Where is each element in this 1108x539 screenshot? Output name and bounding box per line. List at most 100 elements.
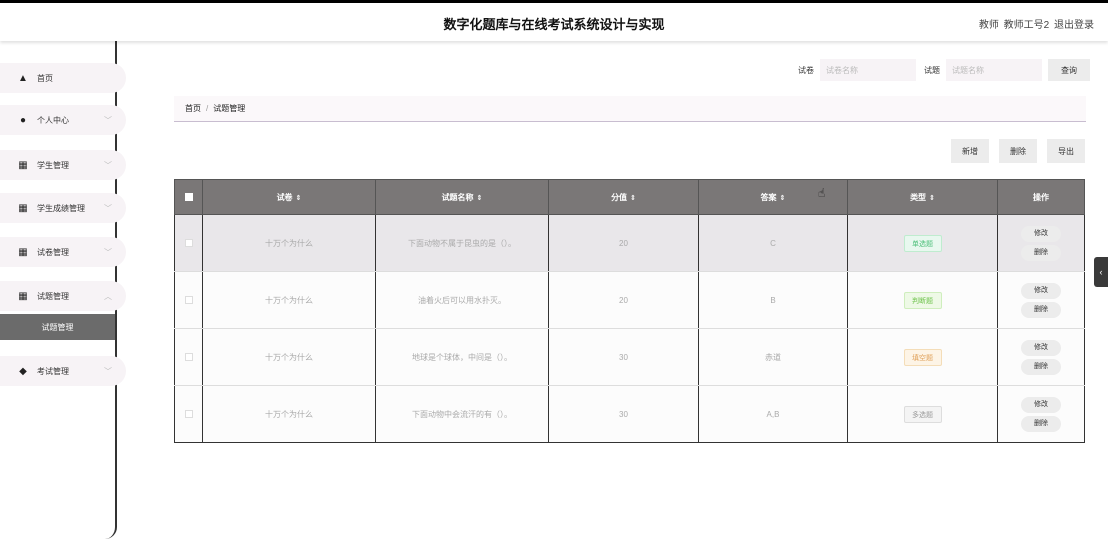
header-operations: 操作 <box>997 179 1085 215</box>
edit-button[interactable]: 修改 <box>1021 339 1061 356</box>
header-label: 类型 <box>910 192 927 202</box>
row-select-cell <box>174 271 203 329</box>
chevron-down-icon: ﹀ <box>104 247 112 257</box>
row-checkbox[interactable] <box>184 410 193 419</box>
row-delete-button[interactable]: 删除 <box>1021 358 1061 375</box>
type-badge: 单选题 <box>903 234 942 252</box>
grid-icon: ▦ <box>18 246 28 258</box>
user-icon: ● <box>19 114 27 126</box>
cell-question: 下面动物不属于昆虫的是（）。 <box>375 214 549 272</box>
cell-question: 油着火后可以用水扑灭。 <box>375 271 549 329</box>
collapse-tab[interactable]: ‹ <box>1094 257 1108 287</box>
breadcrumb-separator: / <box>206 104 209 113</box>
breadcrumb: 首页 / 试题管理 <box>174 96 1086 122</box>
header-score[interactable]: 分值 ⇕ <box>548 179 699 215</box>
sort-icon[interactable]: ⇕ <box>477 195 483 202</box>
delete-button[interactable]: 删除 <box>999 139 1037 163</box>
sidebar-item-grades[interactable]: ▦ 学生成绩管理 ﹀ <box>0 193 126 223</box>
row-delete-button[interactable]: 删除 <box>1021 415 1061 432</box>
type-badge: 判断题 <box>903 291 942 309</box>
row-checkbox[interactable] <box>184 239 193 248</box>
grid-icon: ▦ <box>18 202 28 214</box>
sort-icon[interactable]: ⇕ <box>630 195 636 202</box>
sidebar-item-label: 首页 <box>37 73 53 83</box>
app-title: 数字化题库与在线考试系统设计与实现 <box>443 17 665 32</box>
user-info: 教师 教师工号2 退出登录 <box>977 16 1094 31</box>
sidebar-item-questions[interactable]: ▦ 试题管理 ︿ <box>0 281 126 311</box>
sidebar-item-papers[interactable]: ▦ 试卷管理 ﹀ <box>0 237 126 267</box>
row-checkbox[interactable] <box>184 296 193 305</box>
cell-answer: B <box>698 271 848 329</box>
sidebar: ▲ 首页 ● 个人中心 ﹀ ▦ 学生管理 ﹀ ▦ 学生成绩管理 ﹀ ▦ 试卷管理… <box>0 41 126 539</box>
header-type[interactable]: 类型 ⇕ <box>847 179 998 215</box>
cell-score: 30 <box>548 328 699 386</box>
sidebar-item-label: 个人中心 <box>37 115 69 125</box>
breadcrumb-home[interactable]: 首页 <box>185 103 201 114</box>
header-paper[interactable]: 试卷 ⇕ <box>202 179 376 215</box>
top-bar: 数字化题库与在线考试系统设计与实现 教师 教师工号2 退出登录 <box>0 0 1108 41</box>
breadcrumb-current: 试题管理 <box>213 104 246 113</box>
cell-answer: A,B <box>698 385 848 443</box>
header-question[interactable]: 试题名称 ⇕ <box>375 179 549 215</box>
sidebar-item-profile[interactable]: ● 个人中心 ﹀ <box>0 105 126 135</box>
question-search-input[interactable] <box>946 59 1042 81</box>
edit-button[interactable]: 修改 <box>1021 225 1061 242</box>
header-label: 答案 <box>760 192 777 202</box>
sidebar-item-exams[interactable]: ◆ 考试管理 ﹀ <box>0 356 126 386</box>
paper-search-input[interactable] <box>820 59 916 81</box>
cell-paper: 十万个为什么 <box>202 328 376 386</box>
chevron-down-icon: ﹀ <box>104 115 112 125</box>
row-delete-button[interactable]: 删除 <box>1021 301 1061 318</box>
table-row: 十万个为什么 地球是个球体，中间是（）。 30 赤道 填空题 修改 删除 <box>174 328 1085 386</box>
grid-icon: ▦ <box>18 290 28 302</box>
sidebar-item-label: 学生管理 <box>37 160 69 170</box>
sidebar-item-label: 学生成绩管理 <box>37 203 85 213</box>
add-button[interactable]: 新增 <box>951 139 989 163</box>
sidebar-subitem-question-management[interactable]: 试题管理 <box>0 314 115 340</box>
export-button[interactable]: 导出 <box>1047 139 1085 163</box>
row-delete-button[interactable]: 删除 <box>1021 244 1061 261</box>
table-row: 十万个为什么 油着火后可以用水扑灭。 20 B 判断题 修改删除 <box>174 271 1085 329</box>
cell-type: 填空题 <box>847 328 998 386</box>
row-select-cell <box>174 328 203 386</box>
cell-paper: 十万个为什么 <box>202 271 376 329</box>
header-select-all[interactable] <box>174 179 203 215</box>
edit-button[interactable]: 修改 <box>1021 282 1061 299</box>
cell-type: 判断题 <box>847 271 998 329</box>
sidebar-item-home[interactable]: ▲ 首页 <box>0 63 126 93</box>
sort-icon[interactable]: ⇕ <box>296 195 302 202</box>
cell-paper: 十万个为什么 <box>202 385 376 443</box>
logout-link[interactable]: 退出登录 <box>1054 20 1094 31</box>
user-name: 教师工号2 <box>1003 20 1050 31</box>
cell-operations: 修改 删除 <box>997 385 1085 443</box>
type-badge: 多选题 <box>903 405 942 423</box>
cell-operations: 修改 删除 <box>997 328 1085 386</box>
questions-table: 试卷 ⇕ 试题名称 ⇕ 分值 ⇕ 答案 ⇕ 类型 ⇕ 操作 十万个为什么 下面动物不属于昆… <box>174 179 1085 443</box>
search-button[interactable]: 查询 <box>1048 59 1090 81</box>
sidebar-item-label: 试题管理 <box>37 291 69 301</box>
sort-icon[interactable]: ⇕ <box>780 195 786 202</box>
cell-answer: C <box>698 214 848 272</box>
cell-operations: 修改 删除 <box>997 271 1085 329</box>
header-label: 分值 <box>611 192 628 202</box>
row-checkbox[interactable] <box>184 353 193 362</box>
header-label: 试题名称 <box>441 192 474 202</box>
hand-cursor-icon: ☝ <box>818 186 826 200</box>
cell-type: 单选题 <box>847 214 998 272</box>
sidebar-item-label: 试卷管理 <box>37 247 69 257</box>
cell-score: 20 <box>548 271 699 329</box>
cell-question: 下面动物中会流汗的有（）。 <box>375 385 549 443</box>
chevron-down-icon: ﹀ <box>104 366 112 376</box>
type-badge: 填空题 <box>903 348 942 366</box>
sidebar-item-students[interactable]: ▦ 学生管理 ﹀ <box>0 150 126 180</box>
cell-type: 多选题 <box>847 385 998 443</box>
chevron-up-icon: ︿ <box>104 291 112 301</box>
row-select-cell <box>174 385 203 443</box>
select-all-checkbox[interactable] <box>184 193 193 202</box>
edit-button[interactable]: 修改 <box>1021 396 1061 413</box>
sort-icon[interactable]: ⇕ <box>929 195 935 202</box>
cell-answer: 赤道 <box>698 328 848 386</box>
search-bar: 试卷 试题 查询 <box>798 59 1090 81</box>
cell-score: 30 <box>548 385 699 443</box>
table-row: 十万个为什么 下面动物中会流汗的有（）。 30 A,B 多选题 修改删除 <box>174 385 1085 443</box>
